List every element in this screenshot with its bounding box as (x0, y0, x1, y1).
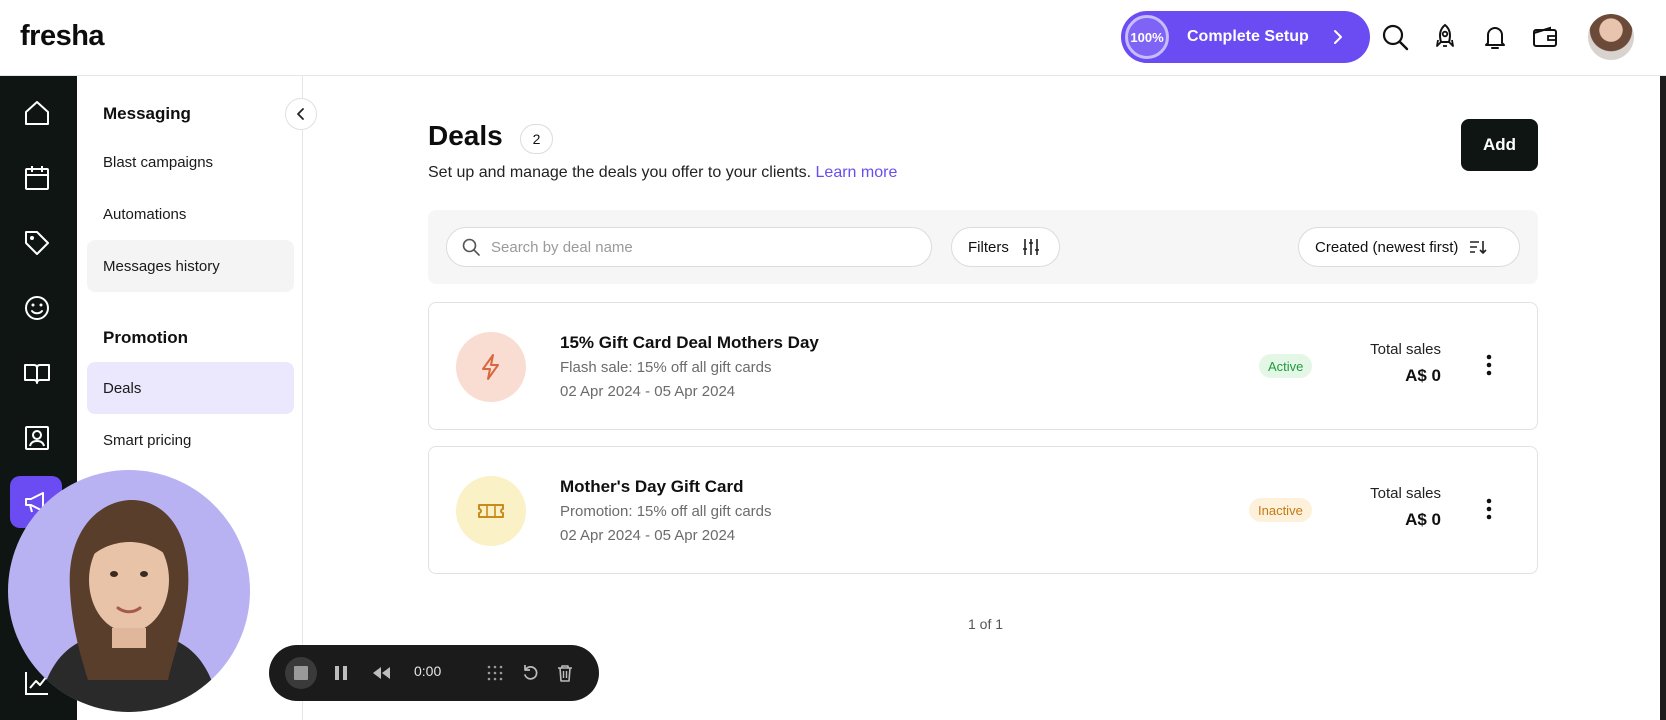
deal-icon-badge (456, 476, 526, 546)
more-options-icon[interactable] (1475, 351, 1503, 379)
sort-icon (1470, 241, 1487, 255)
pause-icon (335, 666, 347, 680)
stop-icon (294, 666, 308, 680)
delete-recording-button[interactable] (549, 657, 581, 689)
deals-count-badge: 2 (520, 124, 553, 154)
subnav-item-deals[interactable]: Deals (87, 362, 294, 414)
complete-setup-button[interactable]: 100% Complete Setup (1121, 11, 1370, 63)
user-avatar[interactable] (1588, 14, 1634, 60)
webcam-overlay[interactable] (8, 470, 250, 712)
sort-dropdown[interactable]: Created (newest first) (1298, 227, 1520, 267)
total-sales-label: Total sales (1370, 341, 1441, 358)
restart-button[interactable] (515, 657, 547, 689)
messaging-heading: Messaging (103, 104, 191, 123)
subnav-item-automations[interactable]: Automations (87, 188, 294, 240)
trash-icon (558, 665, 572, 682)
complete-setup-label: Complete Setup (1187, 28, 1309, 45)
chevron-right-icon (1334, 30, 1342, 44)
grid-button[interactable] (479, 657, 511, 689)
search-icon[interactable] (1378, 20, 1412, 54)
learn-more-link[interactable]: Learn more (816, 164, 898, 181)
ticket-icon (478, 504, 504, 518)
sort-label: Created (newest first) (1315, 238, 1459, 256)
recording-timer: 0:00 (414, 663, 442, 679)
filters-label: Filters (968, 238, 1009, 256)
deal-card[interactable]: 15% Gift Card Deal Mothers Day Flash sal… (428, 302, 1538, 430)
tag-icon[interactable] (14, 220, 60, 266)
sliders-icon (1022, 239, 1039, 255)
deal-dates: 02 Apr 2024 - 05 Apr 2024 (560, 383, 736, 400)
lightning-icon (482, 354, 499, 380)
deal-name: 15% Gift Card Deal Mothers Day (560, 333, 819, 352)
filters-button[interactable]: Filters (951, 227, 1060, 267)
wallet-icon[interactable] (1528, 20, 1562, 54)
search-icon (462, 238, 480, 256)
search-box[interactable] (446, 227, 932, 267)
search-input[interactable] (491, 238, 911, 256)
rocket-icon[interactable] (1428, 20, 1462, 54)
contact-card-icon[interactable] (14, 415, 60, 461)
total-sales-value: A$ 0 (1405, 366, 1441, 385)
promotion-heading: Promotion (103, 328, 188, 347)
subnav-item-blast-campaigns[interactable]: Blast campaigns (87, 136, 294, 188)
status-badge: Inactive (1249, 498, 1312, 522)
calendar-icon[interactable] (14, 155, 60, 201)
top-bar: fresha 100% Complete Setup (0, 0, 1666, 76)
more-options-icon[interactable] (1475, 495, 1503, 523)
rewind-button[interactable] (365, 657, 397, 689)
pause-button[interactable] (325, 657, 357, 689)
smiley-icon[interactable] (14, 285, 60, 331)
deal-description: Flash sale: 15% off all gift cards (560, 359, 772, 376)
page-title: Deals (428, 120, 503, 151)
deal-icon-badge (456, 332, 526, 402)
bell-icon[interactable] (1478, 20, 1512, 54)
deal-description: Promotion: 15% off all gift cards (560, 503, 772, 520)
presenter-video (38, 500, 220, 712)
deal-card[interactable]: Mother's Day Gift Card Promotion: 15% of… (428, 446, 1538, 574)
pagination-label: 1 of 1 (968, 616, 1004, 632)
setup-progress-badge: 100% (1125, 15, 1169, 59)
deal-name: Mother's Day Gift Card (560, 477, 744, 496)
chevron-left-icon (297, 108, 304, 120)
home-icon[interactable] (14, 90, 60, 136)
subnav-item-messages-history[interactable]: Messages history (87, 240, 294, 292)
book-icon[interactable] (14, 350, 60, 396)
status-badge: Active (1259, 354, 1313, 378)
stop-button[interactable] (285, 657, 317, 689)
add-button[interactable]: Add (1461, 119, 1538, 171)
rewind-icon (373, 667, 390, 679)
restart-icon (524, 665, 538, 680)
subnav-item-smart-pricing[interactable]: Smart pricing (87, 414, 294, 466)
total-sales-value: A$ 0 (1405, 510, 1441, 529)
dots-grid-icon (487, 665, 503, 681)
subtitle-text: Set up and manage the deals you offer to… (428, 164, 812, 181)
deals-toolbar: Filters Created (newest first) (428, 210, 1538, 284)
recording-controls: 0:00 (269, 645, 599, 701)
fresha-logo[interactable]: fresha (20, 20, 105, 53)
deal-dates: 02 Apr 2024 - 05 Apr 2024 (560, 527, 736, 544)
collapse-sidebar-button[interactable] (285, 98, 317, 130)
scrollbar[interactable] (1660, 76, 1666, 720)
total-sales-label: Total sales (1370, 485, 1441, 502)
page-subtitle: Set up and manage the deals you offer to… (428, 164, 897, 182)
